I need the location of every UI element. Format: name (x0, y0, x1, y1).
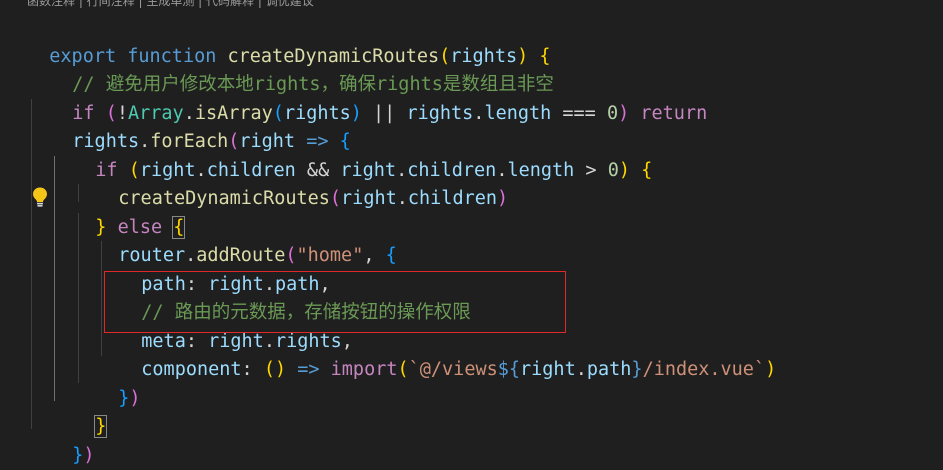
indent-guide-active (54, 156, 55, 401)
token: ) (129, 387, 141, 409)
token: } (631, 359, 643, 380)
token: component (141, 359, 242, 380)
token: || (361, 102, 407, 124)
code-line-8[interactable]: router.addRoute("home", { (96, 214, 396, 266)
token: { (385, 245, 397, 266)
token: ( (397, 359, 409, 380)
token: ${ (497, 359, 521, 380)
token: ( (263, 359, 275, 380)
code-line-3[interactable]: if (!Array.isArray(rights) || rights.len… (50, 71, 707, 124)
token: > (574, 159, 608, 181)
token: 0 (607, 159, 619, 181)
token: right (341, 188, 397, 209)
code-line-5[interactable]: if (right.children && right.children.len… (73, 128, 652, 181)
token: `@/views (408, 359, 498, 380)
token: . (575, 359, 587, 380)
code-line-2[interactable]: // 避免用户修改本地rights，确保rights是数组且非空 (50, 43, 554, 95)
token: /index.vue` (642, 359, 766, 380)
token: ) (765, 359, 777, 380)
token: => (286, 359, 331, 380)
token: right (520, 359, 576, 380)
code-line-7[interactable]: } else { (73, 185, 186, 239)
token: rights (406, 102, 474, 124)
token: ) (274, 359, 287, 380)
token: ) (618, 102, 630, 124)
annotation-highlight-box (104, 271, 566, 333)
code-line-9[interactable]: path: right.path, (119, 242, 330, 295)
lightbulb-icon[interactable] (31, 186, 49, 208)
indent-guide (31, 99, 32, 429)
code-line-1[interactable]: export function createDynamicRoutes(righ… (27, 14, 550, 67)
token: . (473, 102, 485, 124)
token: === (551, 102, 607, 124)
token: ) (618, 159, 630, 181)
code-line-14[interactable]: } (73, 385, 108, 438)
token: length (507, 159, 575, 181)
token: return (640, 102, 708, 124)
token: ) (83, 444, 95, 466)
token: import (330, 359, 398, 380)
token: : (241, 359, 264, 380)
code-line-4[interactable]: rights.forEach(right => { (50, 100, 350, 152)
token: ( (329, 188, 342, 209)
token: } (118, 387, 130, 409)
token: 0 (606, 102, 619, 124)
codelens-actions[interactable]: 函数注释 | 行间注释 | 生成单测 | 代码解释 | 调优建议 (27, 0, 314, 8)
token: ) (350, 102, 362, 124)
code-line-13[interactable]: }) (96, 356, 140, 409)
token: path (586, 359, 632, 380)
token: { (641, 159, 653, 181)
token: length (484, 102, 552, 124)
token: children (407, 188, 497, 209)
code-line-15[interactable]: }) (50, 413, 94, 466)
token: . (396, 188, 408, 209)
token: ) (497, 188, 509, 209)
token: , (363, 245, 386, 266)
matched-brace: } (94, 415, 108, 438)
code-line-6[interactable]: createDynamicRoutes(right.children) (96, 157, 508, 209)
token: } (72, 444, 84, 466)
